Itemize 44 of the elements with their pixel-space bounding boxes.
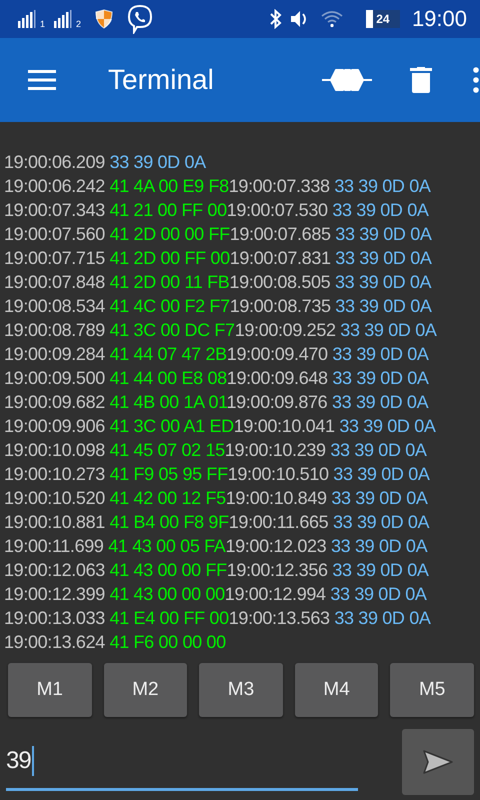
log-line: 19:00:11.699 41 43 00 05 FA19:00:12.023 33 39 0D 0A	[4, 535, 428, 558]
app-title: Terminal	[108, 64, 215, 96]
log-line: 19:00:10.881 41 B4 00 F8 9F19:00:11.665 33 39 0D 0A	[4, 511, 430, 534]
send-button[interactable]	[402, 729, 474, 795]
log-line: 19:00:07.715 41 2D 00 FF 0019:00:07.831 33 39 0D 0A	[4, 247, 433, 270]
sim-label: 2	[76, 20, 82, 29]
log-line: 19:00:08.534 41 4C 00 F2 F719:00:08.735 33 39 0D 0A	[4, 295, 433, 318]
log-line: 19:00:13.033 41 E4 00 FF 0019:00:13.563 33 39 0D 0A	[4, 607, 432, 630]
log-line: 19:00:10.520 41 42 00 12 F519:00:10.849 33 39 0D 0A	[4, 487, 429, 510]
signal-icon	[17, 9, 37, 29]
log-line: 19:00:08.789 41 3C 00 DC F719:00:09.252 33 39 0D 0A	[4, 319, 438, 342]
message-input-field[interactable]: 39	[6, 733, 358, 791]
log-line: 19:00:12.063 41 43 00 00 FF19:00:12.356 33 39 0D 0A	[4, 559, 430, 582]
more-icon[interactable]	[472, 67, 480, 93]
log-line: 19:00:10.098 41 45 07 02 1519:00:10.239 33 39 0D 0A	[4, 439, 428, 462]
log-line: 19:00:13.624 41 F6 00 00 00	[4, 631, 227, 654]
battery-icon: 24	[366, 10, 400, 28]
bluetooth-icon	[270, 9, 282, 29]
trash-icon[interactable]	[410, 67, 432, 93]
log-line: 19:00:09.284 41 44 07 47 2B19:00:09.470 33 39 0D 0A	[4, 343, 430, 366]
clock-time: 19:00	[412, 6, 467, 32]
log-line: 19:00:10.273 41 F9 05 95 FF19:00:10.510 33 39 0D 0A	[4, 463, 431, 486]
macro-button[interactable]: M1	[8, 663, 92, 717]
macro-button[interactable]: M3	[199, 663, 283, 717]
log-line: 19:00:07.343 41 21 00 FF 0019:00:07.530 33 39 0D 0A	[4, 199, 430, 222]
shield-icon	[95, 9, 114, 29]
log-line: 19:00:07.848 41 2D 00 11 FB19:00:08.505 33 39 0D 0A	[4, 271, 432, 294]
sim-label: 1	[40, 20, 46, 29]
log-line: 19:00:07.560 41 2D 00 00 FF19:00:07.685 33 39 0D 0A	[4, 223, 433, 246]
menu-icon[interactable]	[28, 70, 56, 90]
log-line: 19:00:12.399 41 43 00 00 0019:00:12.994 33 39 0D 0A	[4, 583, 428, 606]
log-line: 19:00:09.682 41 4B 00 1A 0119:00:09.876 33 39 0D 0A	[4, 391, 430, 414]
log-line: 19:00:06.209 33 39 0D 0A	[4, 151, 207, 174]
signal-icon	[53, 9, 74, 29]
phone-bubble-icon	[127, 4, 154, 34]
macro-button[interactable]: M5	[390, 663, 474, 717]
wifi-icon	[320, 10, 344, 28]
log-line: 19:00:09.500 41 44 00 E8 0819:00:09.648 33 39 0D 0A	[4, 367, 430, 390]
log-line: 19:00:06.242 41 4A 00 E9 F819:00:07.338 33 39 0D 0A	[4, 175, 432, 198]
plug-icon[interactable]	[322, 67, 372, 93]
send-icon	[422, 749, 454, 775]
macro-button[interactable]: M2	[104, 663, 188, 717]
macro-button[interactable]: M4	[294, 663, 378, 717]
log-line: 19:00:09.906 41 3C 00 A1 ED19:00:10.041 33 39 0D 0A	[4, 415, 437, 438]
